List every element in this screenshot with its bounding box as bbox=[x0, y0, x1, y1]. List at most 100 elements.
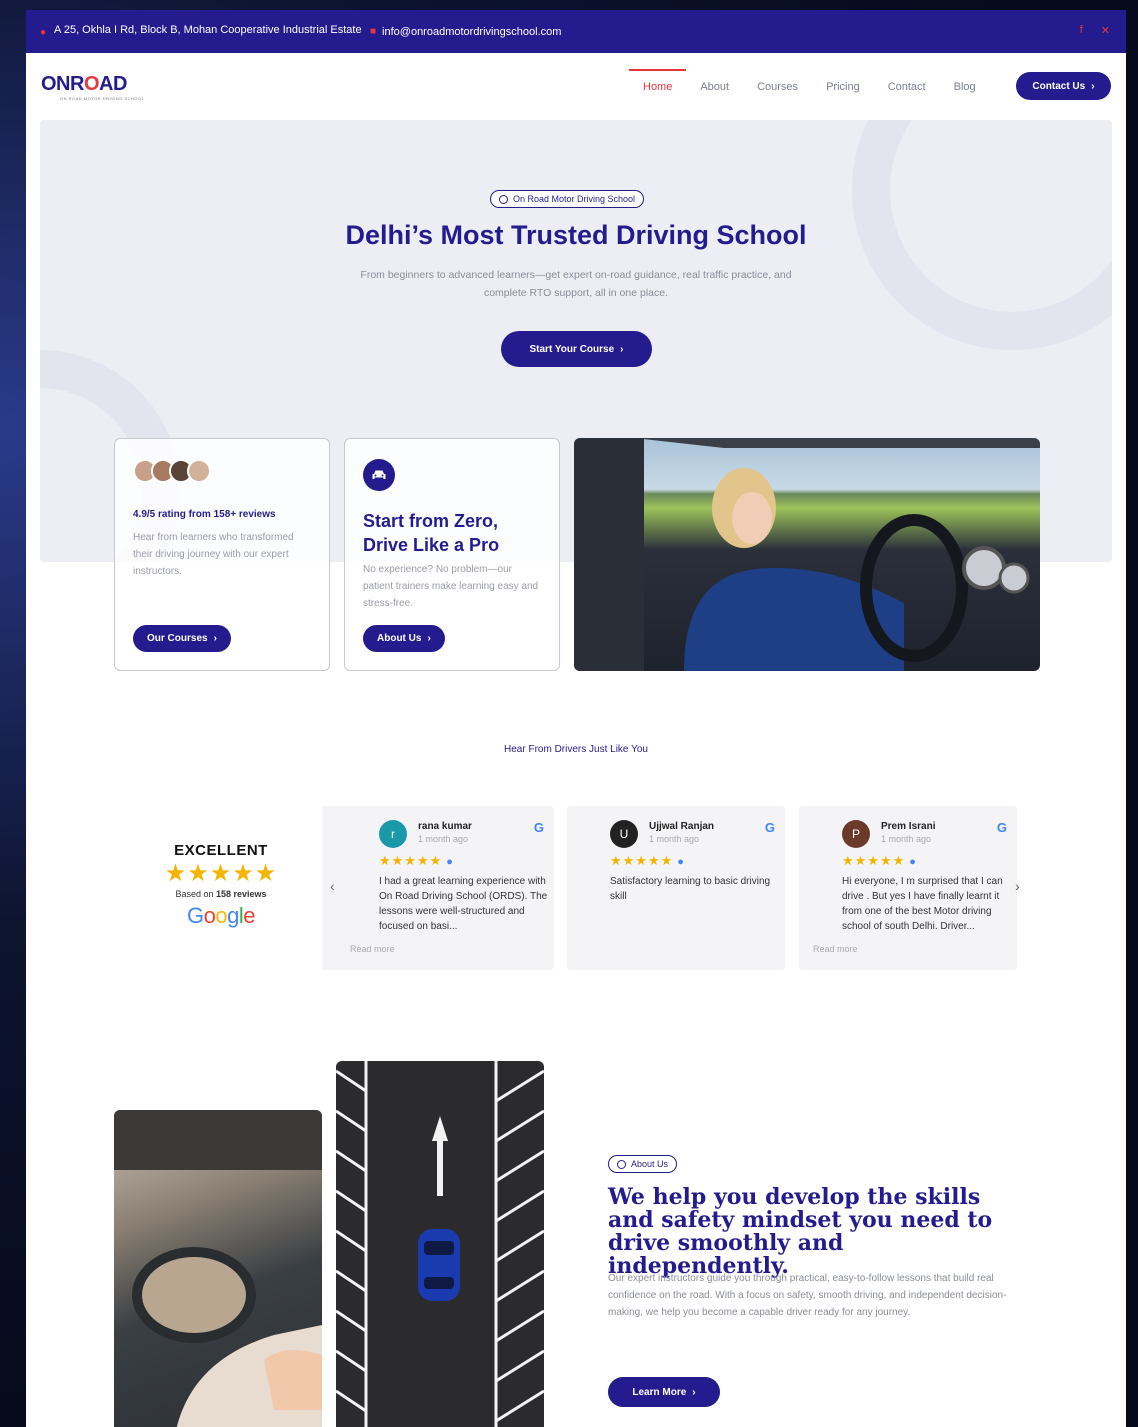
carousel-prev-icon[interactable]: ‹ bbox=[330, 878, 335, 894]
start-from-zero-description: No experience? No problem—our patient tr… bbox=[363, 564, 539, 609]
reviewer-name: Ujjwal Ranjan bbox=[649, 821, 715, 832]
header: ONROAD ON ROAD MOTOR DRIVING SCHOOL Home… bbox=[26, 53, 1126, 119]
learn-more-label: Learn More bbox=[632, 1386, 687, 1398]
contact-us-label: Contact Us bbox=[1032, 80, 1086, 92]
read-more-link[interactable]: Read more bbox=[813, 944, 858, 954]
main-nav: Home About Courses Pricing Contact Blog bbox=[629, 69, 990, 105]
review-stars: ★★★★★ ● bbox=[842, 853, 917, 869]
reviewer-avatar: U bbox=[610, 820, 638, 848]
woman-driving-image bbox=[574, 438, 1040, 671]
review-date: 1 month ago bbox=[881, 834, 932, 844]
reviewer-name: Prem Israni bbox=[881, 821, 936, 832]
top-bar: ● A 25, Okhla I Rd, Block B, Mohan Coope… bbox=[26, 10, 1126, 53]
hero-badge-label: On Road Motor Driving School bbox=[513, 194, 636, 204]
logo-wheel: O bbox=[83, 73, 100, 95]
about-badge-label: About Us bbox=[631, 1159, 669, 1169]
rating-card: 4.9/5 rating from 158+ reviews Hear from… bbox=[114, 438, 330, 671]
google-g-icon: G bbox=[764, 820, 775, 835]
review-stars: ★★★★★ ● bbox=[379, 853, 454, 869]
car-icon bbox=[363, 459, 395, 491]
review-card: P Prem Israni 1 month ago G ★★★★★ ● Hi ev… bbox=[799, 806, 1017, 970]
logo[interactable]: ONROAD bbox=[41, 73, 127, 96]
review-stars: ★★★★★ ● bbox=[610, 853, 685, 869]
nav-about[interactable]: About bbox=[686, 69, 743, 105]
review-count: Based on 158 reviews bbox=[146, 889, 296, 899]
based-on-text: Based on bbox=[175, 889, 214, 899]
start-from-zero-card: Start from Zero, Drive Like a Pro No exp… bbox=[344, 438, 560, 671]
avatar-initial: P bbox=[851, 827, 860, 841]
circle-icon bbox=[499, 194, 508, 204]
review-count-value: 158 reviews bbox=[216, 889, 267, 899]
avatar-initial: U bbox=[619, 827, 629, 841]
reviewer-name: rana kumar bbox=[418, 821, 472, 832]
facebook-icon[interactable]: f bbox=[1080, 24, 1083, 37]
envelope-icon: ■ bbox=[370, 26, 377, 37]
reviewer-avatar: r bbox=[379, 820, 407, 848]
nav-courses[interactable]: Courses bbox=[743, 69, 812, 105]
review-text: Hi everyone, I m surprised that I can dr… bbox=[842, 876, 1003, 932]
location-pin-icon: ● bbox=[40, 27, 47, 38]
stars-icon: ★★★★★ bbox=[379, 853, 443, 868]
verified-badge-icon: ● bbox=[677, 856, 685, 868]
hero-description: From beginners to advanced learners—get … bbox=[360, 269, 792, 299]
email-text[interactable]: info@onroadmotordrivingschool.com bbox=[382, 26, 561, 38]
review-date: 1 month ago bbox=[649, 834, 700, 844]
email[interactable]: ■ info@onroadmotordrivingschool.com bbox=[370, 26, 561, 38]
learn-more-button[interactable]: Learn More › bbox=[608, 1377, 720, 1407]
stars-icon: ★★★★★ bbox=[610, 853, 674, 868]
chevron-right-icon: › bbox=[692, 1386, 696, 1398]
side-mirror-image bbox=[114, 1110, 322, 1427]
carousel-next-icon[interactable]: › bbox=[1015, 878, 1020, 894]
page: ● A 25, Okhla I Rd, Block B, Mohan Coope… bbox=[26, 10, 1126, 1427]
about-badge: About Us bbox=[608, 1155, 678, 1173]
our-courses-label: Our Courses bbox=[147, 633, 208, 644]
start-from-zero-title: Start from Zero, Drive Like a Pro bbox=[363, 511, 500, 555]
nav-pricing[interactable]: Pricing bbox=[812, 69, 874, 105]
nav-home[interactable]: Home bbox=[629, 69, 687, 105]
verified-badge-icon: ● bbox=[909, 856, 917, 868]
road-top-view-image bbox=[336, 1061, 544, 1427]
review-text: Satisfactory learning to basic driving s… bbox=[610, 876, 771, 902]
google-logo: Google bbox=[186, 903, 256, 928]
our-courses-button[interactable]: Our Courses › bbox=[133, 625, 231, 652]
rating-label: EXCELLENT bbox=[174, 842, 268, 859]
address: ● A 25, Okhla I Rd, Block B, Mohan Coope… bbox=[40, 23, 370, 40]
review-card: r rana kumar 1 month ago G ★★★★★ ● I had … bbox=[336, 806, 554, 970]
google-g-icon: G bbox=[996, 820, 1007, 835]
chevron-right-icon: › bbox=[213, 633, 217, 644]
rating-title: 4.9/5 rating from 158+ reviews bbox=[133, 509, 276, 520]
logo-text-2: AD bbox=[99, 73, 127, 95]
start-course-label: Start Your Course bbox=[529, 343, 615, 355]
review-date: 1 month ago bbox=[418, 834, 469, 844]
stars-icon: ★★★★★ bbox=[164, 860, 278, 887]
chevron-right-icon: › bbox=[1091, 80, 1095, 92]
hero-title: Delhi’s Most Trusted Driving School bbox=[345, 220, 807, 250]
nav-blog[interactable]: Blog bbox=[940, 69, 990, 105]
avatar-group bbox=[133, 459, 211, 483]
start-course-button[interactable]: Start Your Course › bbox=[501, 331, 652, 367]
x-icon[interactable]: ✕ bbox=[1101, 24, 1110, 37]
about-us-label: About Us bbox=[377, 633, 422, 644]
nav-contact[interactable]: Contact bbox=[874, 69, 940, 105]
review-text: I had a great learning experience with O… bbox=[379, 876, 548, 932]
logo-tagline: ON ROAD MOTOR DRIVING SCHOOL bbox=[60, 96, 145, 101]
avatar-initial: r bbox=[391, 827, 395, 841]
verified-badge-icon: ● bbox=[446, 856, 454, 868]
rating-description: Hear from learners who transformed their… bbox=[133, 532, 294, 577]
chevron-right-icon: › bbox=[427, 633, 431, 644]
address-text: A 25, Okhla I Rd, Block B, Mohan Coopera… bbox=[54, 24, 362, 36]
social-links: f ✕ bbox=[1080, 24, 1110, 37]
read-more-link[interactable]: Read more bbox=[350, 944, 395, 954]
review-card: U Ujjwal Ranjan 1 month ago G ★★★★★ ● Sat… bbox=[567, 806, 785, 970]
about-description: Our expert instructors guide you through… bbox=[608, 1273, 1007, 1318]
chevron-right-icon: › bbox=[620, 343, 624, 355]
contact-us-button[interactable]: Contact Us › bbox=[1016, 72, 1111, 100]
about-title: We help you develop the skills and safet… bbox=[608, 1184, 993, 1279]
circle-icon bbox=[617, 1159, 626, 1169]
google-rating-summary: EXCELLENT ★★★★★ Based on 158 reviews Goo… bbox=[146, 842, 296, 929]
logo-text-1: ONR bbox=[41, 73, 84, 95]
avatar bbox=[187, 459, 211, 483]
about-us-button[interactable]: About Us › bbox=[363, 625, 445, 652]
reviewer-avatar: P bbox=[842, 820, 870, 848]
hero-badge: On Road Motor Driving School bbox=[490, 190, 645, 208]
